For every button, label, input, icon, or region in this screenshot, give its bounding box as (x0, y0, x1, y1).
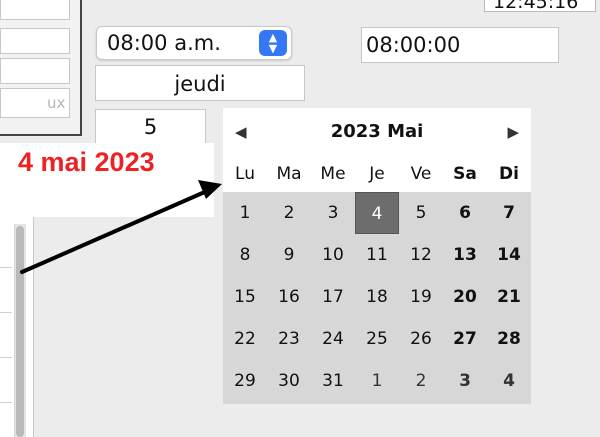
calendar-day[interactable]: 17 (311, 276, 355, 318)
weekday-header-row: Lu Ma Me Je Ve Sa Di (223, 156, 531, 192)
calendar-day[interactable]: 9 (267, 234, 311, 276)
weekday-label: Ve (410, 164, 432, 184)
weekday-label: Me (320, 164, 346, 184)
weekday-field[interactable]: jeudi (95, 65, 305, 101)
calendar-day[interactable]: 10 (311, 234, 355, 276)
calendar-day[interactable]: 24 (311, 318, 355, 360)
calendar-day[interactable]: 6 (443, 192, 487, 234)
calendar-day[interactable]: 7 (487, 192, 531, 234)
calendar-day[interactable]: 11 (355, 234, 399, 276)
calendar-day[interactable]: 14 (487, 234, 531, 276)
left-window-panel: ux (0, 0, 82, 136)
calendar-week-row: 15 16 17 18 19 20 21 (223, 276, 531, 318)
list-divider (0, 357, 12, 358)
list-divider (0, 402, 12, 403)
list-divider (0, 312, 12, 313)
calendar-day[interactable]: 28 (487, 318, 531, 360)
calendar-day[interactable]: 22 (223, 318, 267, 360)
time-select[interactable]: 08:00 a.m. ▲ ▼ (96, 26, 292, 60)
calendar-day[interactable]: 15 (223, 276, 267, 318)
calendar-day[interactable]: 3 (311, 192, 355, 234)
calendar-day[interactable]: 26 (399, 318, 443, 360)
calendar-day[interactable]: 31 (311, 360, 355, 402)
calendar-day[interactable]: 21 (487, 276, 531, 318)
calendar-day[interactable]: 30 (267, 360, 311, 402)
time-field[interactable]: 08:00:00 (361, 27, 559, 63)
calendar-day[interactable]: 8 (223, 234, 267, 276)
calendar-popup: ◀ 2023 Mai ▶ Lu Ma Me Je Ve Sa Di 123456… (223, 108, 531, 404)
calendar-day[interactable]: 2 (267, 192, 311, 234)
date-annotation-text: 4 mai 2023 (18, 147, 155, 177)
calendar-day[interactable]: 1 (223, 192, 267, 234)
left-field-4[interactable]: ux (0, 88, 70, 118)
calendar-day-next-month[interactable]: 1 (355, 360, 399, 402)
scrollbar-thumb[interactable] (16, 226, 24, 437)
calendar-day[interactable]: 27 (443, 318, 487, 360)
calendar-day[interactable]: 12 (399, 234, 443, 276)
chevron-down-icon: ▼ (268, 42, 278, 55)
calendar-week-row: 22 23 24 25 26 27 28 (223, 318, 531, 360)
date-annotation-box: 4 mai 2023 (0, 143, 214, 217)
calendar-title: 2023 Mai (330, 121, 424, 142)
left-field-4-text: ux (47, 94, 66, 112)
calendar-week-row: 8 9 10 11 12 13 14 (223, 234, 531, 276)
clock-field: 12:45:16 (484, 0, 596, 13)
calendar-day[interactable]: 13 (443, 234, 487, 276)
calendar-day[interactable]: 16 (267, 276, 311, 318)
weekday-label: Lu (235, 164, 255, 184)
next-month-icon[interactable]: ▶ (507, 123, 519, 141)
day-number-field[interactable]: 5 (95, 109, 206, 145)
calendar-day-next-month[interactable]: 4 (487, 360, 531, 402)
calendar-day[interactable]: 19 (399, 276, 443, 318)
weekday-label: Di (499, 164, 519, 184)
left-field-2[interactable] (0, 28, 70, 54)
calendar-header: ◀ 2023 Mai ▶ (223, 108, 531, 156)
weekday-label: Ma (276, 164, 302, 184)
list-divider (0, 267, 12, 268)
calendar-day-next-month[interactable]: 2 (399, 360, 443, 402)
left-field-3[interactable] (0, 58, 70, 84)
calendar-week-row: 29 30 31 1 2 3 4 (223, 360, 531, 402)
weekday-label: Sa (453, 164, 477, 184)
calendar-day-next-month[interactable]: 3 (443, 360, 487, 402)
select-arrows-icon[interactable]: ▲ ▼ (259, 30, 287, 56)
calendar-day[interactable]: 23 (267, 318, 311, 360)
calendar-day[interactable]: 29 (223, 360, 267, 402)
calendar-week-row: 1234567 (223, 192, 531, 234)
time-select-value: 08:00 a.m. (107, 31, 221, 55)
weekday-label: Je (369, 164, 385, 184)
calendar-day[interactable]: 25 (355, 318, 399, 360)
calendar-day[interactable]: 5 (399, 192, 443, 234)
calendar-day-selected[interactable]: 4 (355, 192, 399, 234)
calendar-day[interactable]: 20 (443, 276, 487, 318)
calendar-day-grid: 1 2 3 4 5 6 7 8 9 10 11 12 13 14 15 16 17 18 19 20 21 22 23 24 2… (223, 192, 531, 404)
calendar-day[interactable]: 18 (355, 276, 399, 318)
left-field-1[interactable] (0, 0, 70, 20)
